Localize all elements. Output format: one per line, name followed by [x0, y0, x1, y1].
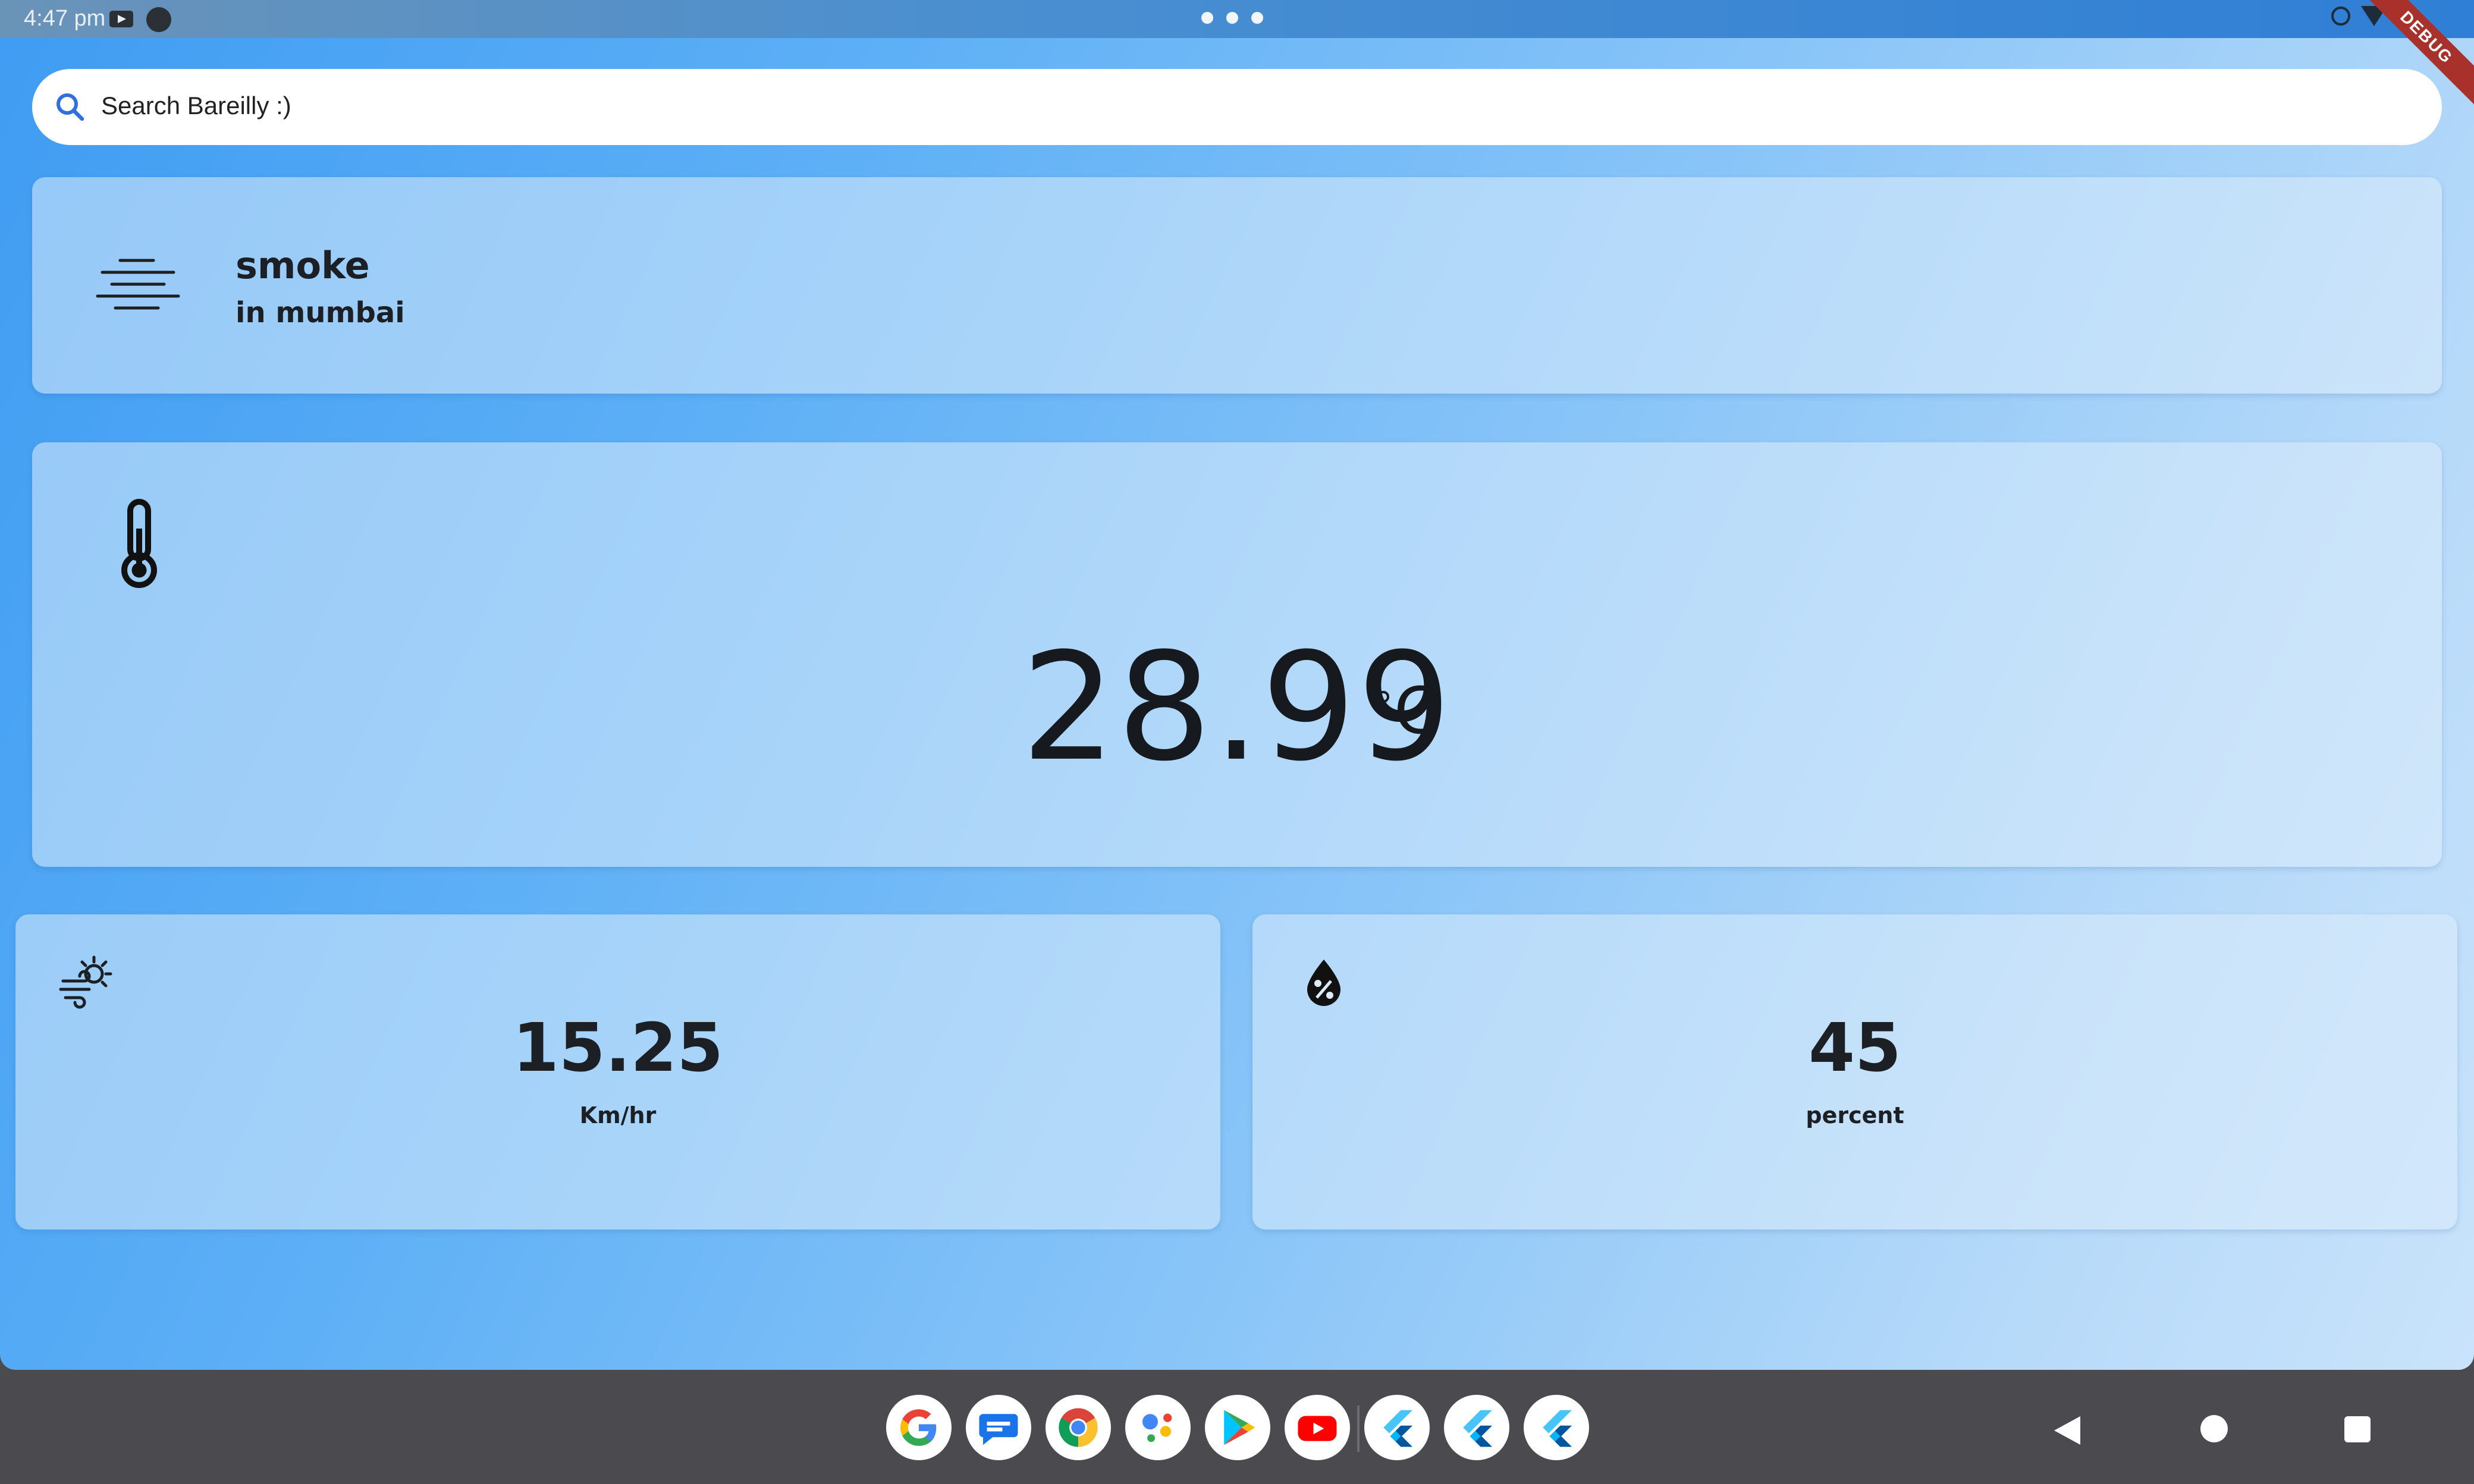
- home-icon[interactable]: [2200, 1415, 2228, 1442]
- status-time: 4:47 pm: [24, 6, 106, 31]
- humidity-percent-icon: [1307, 960, 1340, 1006]
- temperature-value: 28.99: [1021, 621, 1453, 794]
- alarm-icon: [2331, 7, 2350, 26]
- weather-app: 4:47 pm DEBUG Search Bareilly :) smoke i…: [0, 0, 2474, 1370]
- flutter-app-icon[interactable]: [1444, 1395, 1509, 1460]
- wind-speed-unit: Km/hr: [579, 1102, 657, 1128]
- assistant-app-icon[interactable]: [1125, 1395, 1191, 1460]
- condition-title: smoke: [236, 244, 370, 287]
- condition-location: in mumbai: [236, 296, 405, 329]
- humidity-card: 45 percent: [1252, 914, 2457, 1230]
- google-app-icon[interactable]: [886, 1395, 952, 1460]
- dock-divider: [1357, 1406, 1360, 1452]
- recents-icon[interactable]: [2344, 1416, 2371, 1442]
- status-bar: 4:47 pm: [0, 0, 2474, 38]
- humidity-value: 45: [1809, 1010, 1901, 1087]
- youtube-notification-icon: [109, 11, 133, 27]
- notification-dot-icon: [146, 7, 171, 32]
- youtube-app-icon[interactable]: [1285, 1395, 1350, 1460]
- messages-app-icon[interactable]: [966, 1395, 1031, 1460]
- wind-card: 15.25 Km/hr: [15, 914, 1220, 1230]
- flutter-app-icon[interactable]: [1364, 1395, 1430, 1460]
- search-icon: [56, 93, 84, 121]
- haze-lines-icon: [96, 259, 180, 310]
- back-icon[interactable]: [2054, 1416, 2080, 1445]
- search-bar[interactable]: Search Bareilly :): [32, 69, 2442, 145]
- condition-card: smoke in mumbai: [32, 177, 2442, 394]
- more-dots-icon[interactable]: [1201, 12, 1263, 24]
- wind-speed-value: 15.25: [512, 1010, 724, 1087]
- humidity-unit: percent: [1806, 1102, 1904, 1128]
- temperature-card: 28.99 C: [32, 442, 2442, 867]
- flutter-app-icon[interactable]: [1524, 1395, 1589, 1460]
- temperature-unit: C: [1394, 674, 1439, 749]
- app-dock: [886, 1395, 1589, 1460]
- taskbar: [0, 1370, 2474, 1484]
- wind-sun-icon: [59, 955, 112, 1009]
- search-input[interactable]: Search Bareilly :): [101, 92, 291, 120]
- play-store-app-icon[interactable]: [1205, 1395, 1270, 1460]
- chrome-app-icon[interactable]: [1046, 1395, 1111, 1460]
- degree-symbol: [1377, 691, 1389, 703]
- thermometer-icon: [121, 499, 157, 588]
